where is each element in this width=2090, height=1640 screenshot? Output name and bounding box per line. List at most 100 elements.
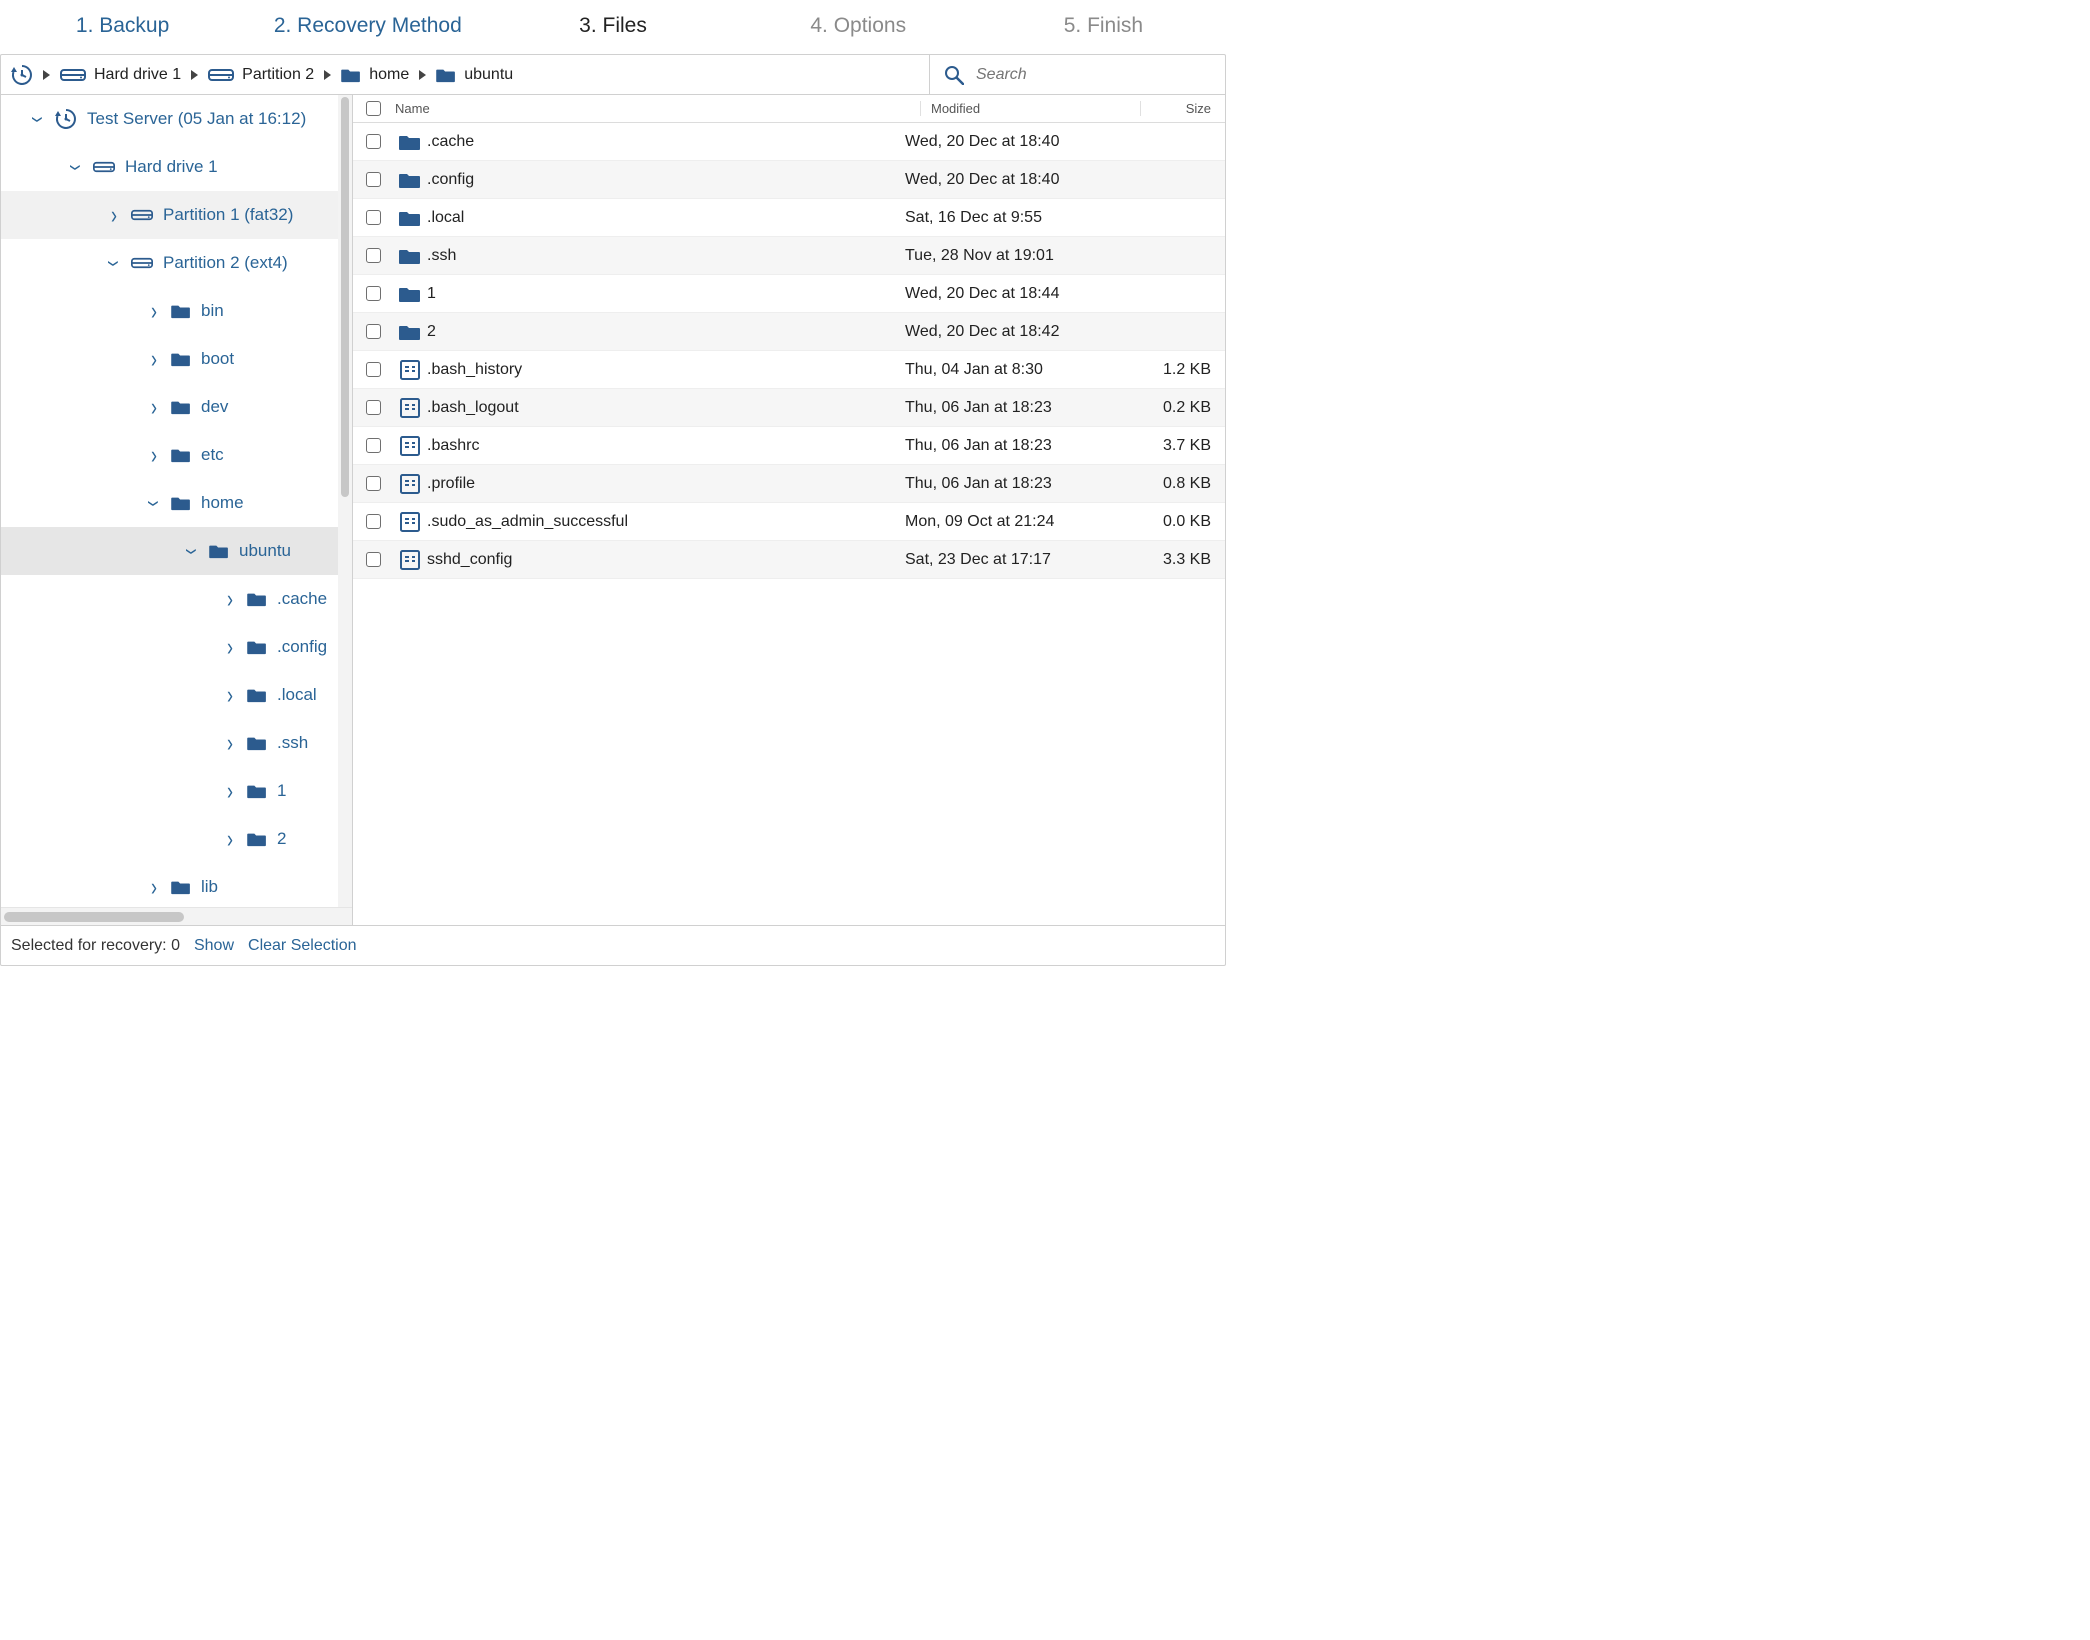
step-backup[interactable]: 1. Backup <box>0 14 245 38</box>
tree-config[interactable]: .config <box>1 623 352 671</box>
chevron-right-icon[interactable] <box>107 205 121 226</box>
crumb-label: ubuntu <box>464 66 513 84</box>
tree-label: ubuntu <box>239 541 291 561</box>
folder-icon <box>209 543 229 559</box>
row-checkbox[interactable] <box>366 172 381 187</box>
file-row[interactable]: sshd_configSat, 23 Dec at 17:173.3 KB <box>353 541 1225 579</box>
file-name: .local <box>427 209 905 227</box>
select-all-checkbox[interactable] <box>366 101 381 116</box>
row-checkbox[interactable] <box>366 362 381 377</box>
folder-icon <box>247 639 267 655</box>
file-modified: Wed, 20 Dec at 18:44 <box>905 285 1140 303</box>
clear-selection-link[interactable]: Clear Selection <box>248 937 357 955</box>
chevron-down-icon[interactable] <box>185 541 199 562</box>
file-row[interactable]: .profileThu, 06 Jan at 18:230.8 KB <box>353 465 1225 503</box>
file-row[interactable]: .bashrcThu, 06 Jan at 18:233.7 KB <box>353 427 1225 465</box>
tree-bin[interactable]: bin <box>1 287 352 335</box>
crumb-partition[interactable]: Partition 2 <box>208 66 314 84</box>
row-checkbox[interactable] <box>366 400 381 415</box>
restore-icon[interactable] <box>11 64 33 86</box>
chevron-right-icon[interactable] <box>223 733 237 754</box>
folder-icon <box>399 323 421 341</box>
file-row[interactable]: 1Wed, 20 Dec at 18:44 <box>353 275 1225 313</box>
row-checkbox[interactable] <box>366 552 381 567</box>
row-checkbox[interactable] <box>366 248 381 263</box>
tree-label: boot <box>201 349 234 369</box>
chevron-down-icon[interactable] <box>31 109 45 130</box>
step-recovery-method[interactable]: 2. Recovery Method <box>245 14 490 38</box>
tree-root[interactable]: Test Server (05 Jan at 16:12) <box>1 95 352 143</box>
show-selected-link[interactable]: Show <box>194 937 234 955</box>
chevron-right-icon[interactable] <box>147 397 161 418</box>
file-row[interactable]: .configWed, 20 Dec at 18:40 <box>353 161 1225 199</box>
file-row[interactable]: .localSat, 16 Dec at 9:55 <box>353 199 1225 237</box>
tree-dev[interactable]: dev <box>1 383 352 431</box>
chevron-right-icon[interactable] <box>223 685 237 706</box>
row-checkbox[interactable] <box>366 210 381 225</box>
tree-label: 1 <box>277 781 286 801</box>
file-name: .profile <box>427 475 905 493</box>
tree-lib[interactable]: lib <box>1 863 352 907</box>
tree-label: .ssh <box>277 733 308 753</box>
crumb-ubuntu[interactable]: ubuntu <box>436 66 513 84</box>
row-checkbox[interactable] <box>366 134 381 149</box>
folder-icon <box>171 351 191 367</box>
file-modified: Thu, 06 Jan at 18:23 <box>905 399 1140 417</box>
column-name[interactable]: Name <box>393 101 920 116</box>
tree-ssh[interactable]: .ssh <box>1 719 352 767</box>
tree-label: .config <box>277 637 327 657</box>
tree-etc[interactable]: etc <box>1 431 352 479</box>
chevron-right-icon[interactable] <box>223 829 237 850</box>
tree-partition-2[interactable]: Partition 2 (ext4) <box>1 239 352 287</box>
row-checkbox[interactable] <box>366 476 381 491</box>
drive-icon <box>208 66 234 84</box>
row-checkbox[interactable] <box>366 286 381 301</box>
drive-icon <box>60 66 86 84</box>
file-modified: Sat, 23 Dec at 17:17 <box>905 551 1140 569</box>
tree-folder-2[interactable]: 2 <box>1 815 352 863</box>
tree-drive-1[interactable]: Hard drive 1 <box>1 143 352 191</box>
chevron-right-icon[interactable] <box>223 589 237 610</box>
filelist-header: Name Modified Size <box>353 95 1225 123</box>
file-row[interactable]: .sudo_as_admin_successfulMon, 09 Oct at … <box>353 503 1225 541</box>
chevron-right-icon[interactable] <box>147 349 161 370</box>
tree-label: home <box>201 493 244 513</box>
chevron-down-icon[interactable] <box>147 493 161 514</box>
folder-icon <box>171 879 191 895</box>
tree-boot[interactable]: boot <box>1 335 352 383</box>
file-row[interactable]: .cacheWed, 20 Dec at 18:40 <box>353 123 1225 161</box>
row-checkbox[interactable] <box>366 438 381 453</box>
tree-folder-1[interactable]: 1 <box>1 767 352 815</box>
search-box[interactable] <box>930 55 1225 94</box>
tree-label: Test Server (05 Jan at 16:12) <box>87 109 306 129</box>
tree-local[interactable]: .local <box>1 671 352 719</box>
chevron-down-icon[interactable] <box>107 253 121 274</box>
tree-cache[interactable]: .cache <box>1 575 352 623</box>
tree-partition-1[interactable]: Partition 1 (fat32) <box>1 191 352 239</box>
tree-home[interactable]: home <box>1 479 352 527</box>
column-size[interactable]: Size <box>1140 101 1225 116</box>
file-row[interactable]: .sshTue, 28 Nov at 19:01 <box>353 237 1225 275</box>
tree-ubuntu[interactable]: ubuntu <box>1 527 352 575</box>
file-modified: Thu, 04 Jan at 8:30 <box>905 361 1140 379</box>
file-row[interactable]: 2Wed, 20 Dec at 18:42 <box>353 313 1225 351</box>
row-checkbox[interactable] <box>366 514 381 529</box>
crumb-home[interactable]: home <box>341 66 409 84</box>
crumb-drive[interactable]: Hard drive 1 <box>60 66 181 84</box>
chevron-right-icon[interactable] <box>147 877 161 898</box>
chevron-right-icon[interactable] <box>223 637 237 658</box>
column-modified[interactable]: Modified <box>920 101 1140 116</box>
chevron-right-icon[interactable] <box>147 301 161 322</box>
row-checkbox[interactable] <box>366 324 381 339</box>
tree-vertical-scrollbar[interactable] <box>338 95 352 907</box>
file-row[interactable]: .bash_historyThu, 04 Jan at 8:301.2 KB <box>353 351 1225 389</box>
chevron-down-icon[interactable] <box>69 157 83 178</box>
chevron-right-icon[interactable] <box>147 445 161 466</box>
breadcrumb-sep-icon <box>43 70 50 80</box>
tree-horizontal-scrollbar[interactable] <box>1 907 352 925</box>
search-input[interactable] <box>974 65 1211 85</box>
file-name: .sudo_as_admin_successful <box>427 513 905 531</box>
file-row[interactable]: .bash_logoutThu, 06 Jan at 18:230.2 KB <box>353 389 1225 427</box>
chevron-right-icon[interactable] <box>223 781 237 802</box>
drive-icon <box>93 159 115 175</box>
